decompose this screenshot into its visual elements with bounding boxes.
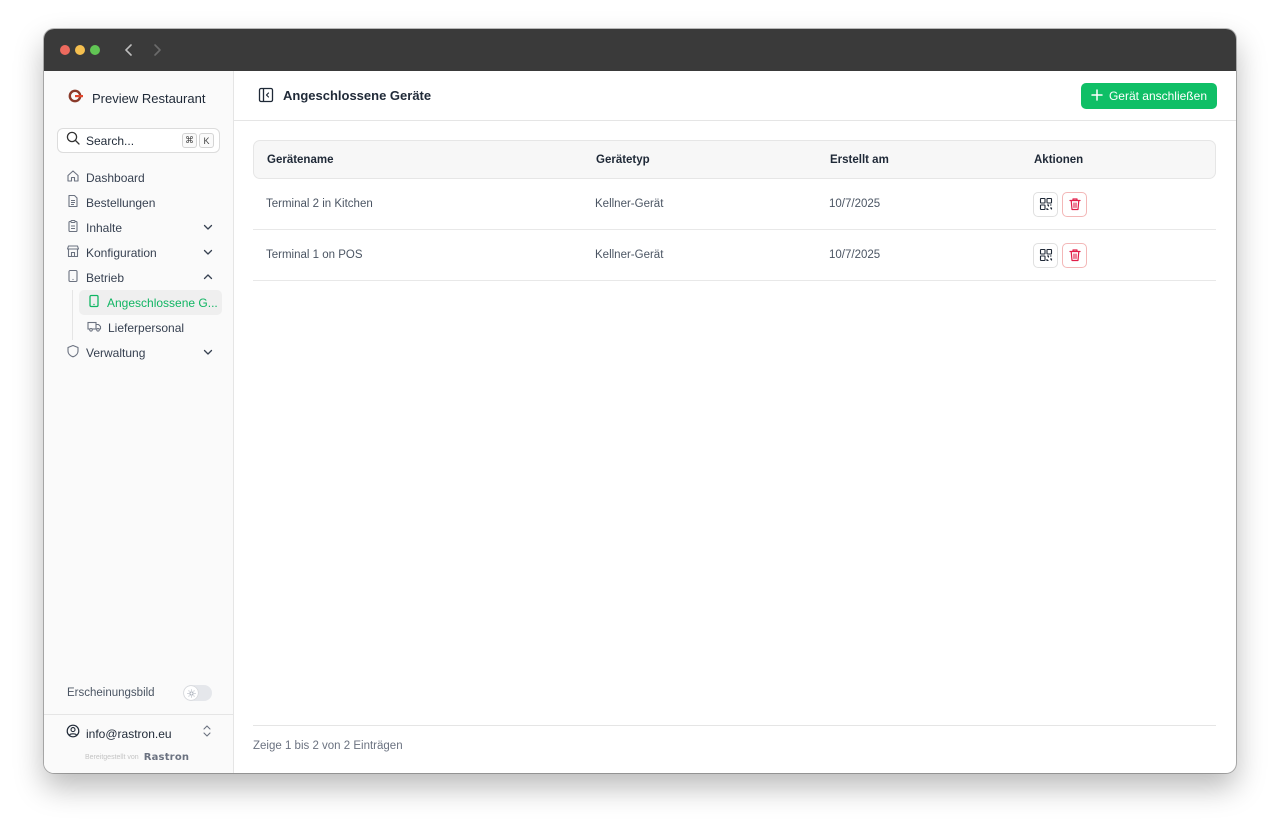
brand-name: Preview Restaurant [92,91,206,106]
truck-icon [87,319,102,336]
sidebar-item-lieferpersonal[interactable]: Lieferpersonal [79,315,222,340]
appearance-toggle[interactable] [183,685,212,701]
column-header[interactable]: Gerätetyp [596,154,830,166]
plus-icon [1091,88,1103,104]
pagination-summary: Zeige 1 bis 2 von 2 Einträgen [253,740,403,752]
clipboard-icon [66,219,80,236]
app-window: Preview Restaurant Search... ⌘ K Dashboa… [44,29,1236,773]
qr-code-icon [1039,197,1052,211]
shield-icon [66,344,80,361]
trash-icon [1068,198,1081,211]
table-header: Gerätename Gerätetyp Erstellt am Aktione… [253,140,1216,179]
qr-code-icon [1039,248,1052,262]
sidebar: Preview Restaurant Search... ⌘ K Dashboa… [44,71,234,773]
store-icon [66,244,80,261]
minimize-window-button[interactable] [75,45,85,55]
sidebar-item-betrieb[interactable]: Betrieb [58,265,222,290]
column-header[interactable]: Gerätename [254,154,596,166]
sidebar-item-label: Lieferpersonal [108,320,185,335]
sidebar-item-label: Dashboard [86,170,145,185]
maximize-window-button[interactable] [90,45,100,55]
search-icon [66,131,80,150]
sidebar-toggle-icon[interactable] [258,87,274,108]
sidebar-footer: info@rastron.eu Bereitgestellt von Rastr… [44,714,233,773]
document-icon [66,194,80,211]
shortcut-mod-key: ⌘ [182,133,197,148]
sidebar-item-angeschlossene-geraete[interactable]: Angeschlossene G... [79,290,222,315]
user-email: info@rastron.eu [86,726,172,741]
user-circle-icon [66,724,80,743]
sidebar-item-inhalte[interactable]: Inhalte [58,215,222,240]
connect-device-label: Gerät anschließen [1108,89,1207,103]
tablet-icon [66,269,80,286]
devices-table: Gerätename Gerätetyp Erstellt am Aktione… [253,140,1216,281]
chevron-right-icon[interactable] [148,40,166,60]
sidebar-item-label: Konfiguration [86,245,157,260]
sidebar-item-konfiguration[interactable]: Konfiguration [58,240,222,265]
sidebar-item-dashboard[interactable]: Dashboard [58,165,222,190]
column-header: Aktionen [1034,153,1084,166]
subnav-betrieb: Angeschlossene G... Lieferpersonal [72,290,222,340]
device-name-cell: Terminal 1 on POS [266,249,363,261]
rastron-logo: Rastron [143,752,190,763]
shortcut-key: K [199,133,214,148]
sidebar-item-label: Bestellungen [86,195,156,210]
brand[interactable]: Preview Restaurant [68,88,205,109]
search-input[interactable]: Search... ⌘ K [57,128,220,153]
appearance-setting: Erscheinungsbild [67,685,212,701]
main-content: Angeschlossene Geräte Gerät anschließen … [234,71,1236,773]
title-bar [44,29,1236,71]
delete-button[interactable] [1062,242,1087,268]
trash-icon [1068,249,1081,262]
connect-device-button[interactable]: Gerät anschließen [1080,83,1217,109]
column-header[interactable]: Erstellt am [830,154,1034,166]
created-at-cell: 10/7/2025 [829,249,881,261]
device-type-cell: Kellner-Gerät [595,249,664,261]
sidebar-item-label: Verwaltung [86,345,146,360]
user-menu[interactable]: info@rastron.eu [66,724,212,743]
home-icon [66,169,80,186]
sidebar-item-verwaltung[interactable]: Verwaltung [58,340,222,365]
tablet-icon [87,294,101,311]
table-footer: Zeige 1 bis 2 von 2 Einträgen [253,725,1216,773]
chevron-up-icon [202,271,214,286]
created-at-cell: 10/7/2025 [829,198,881,210]
actions-cell [1033,191,1216,217]
chevron-down-icon [202,221,214,236]
sidebar-item-bestellungen[interactable]: Bestellungen [58,190,222,215]
brand-logo-icon [68,88,84,109]
device-type-cell: Kellner-Gerät [595,198,664,210]
sidebar-item-label: Angeschlossene G... [107,295,218,310]
page-title: Angeschlossene Geräte [283,88,432,103]
qr-code-button[interactable] [1033,191,1058,217]
sun-icon [184,686,198,700]
qr-code-button[interactable] [1033,242,1058,268]
chevron-left-icon[interactable] [120,40,138,60]
sidebar-nav: Dashboard Bestellungen Inhalte Konfigura… [58,165,222,365]
powered-by-text: Bereitgestellt von [85,754,139,761]
actions-cell [1033,242,1216,268]
delete-button[interactable] [1062,191,1087,217]
sidebar-item-label: Betrieb [86,270,125,285]
table-row[interactable]: Terminal 2 in Kitchen Kellner-Gerät 10/7… [253,179,1216,230]
powered-by: Bereitgestellt von Rastron [85,752,189,763]
close-window-button[interactable] [60,45,70,55]
device-name-cell: Terminal 2 in Kitchen [266,198,373,210]
sidebar-item-label: Inhalte [86,220,123,235]
chevrons-up-down-icon [202,724,212,743]
search-placeholder: Search... [86,133,135,148]
chevron-down-icon [202,346,214,361]
chevron-down-icon [202,246,214,261]
table-row[interactable]: Terminal 1 on POS Kellner-Gerät 10/7/202… [253,230,1216,281]
appearance-label: Erscheinungsbild [67,687,155,699]
page-header: Angeschlossene Geräte Gerät anschließen [234,71,1236,121]
